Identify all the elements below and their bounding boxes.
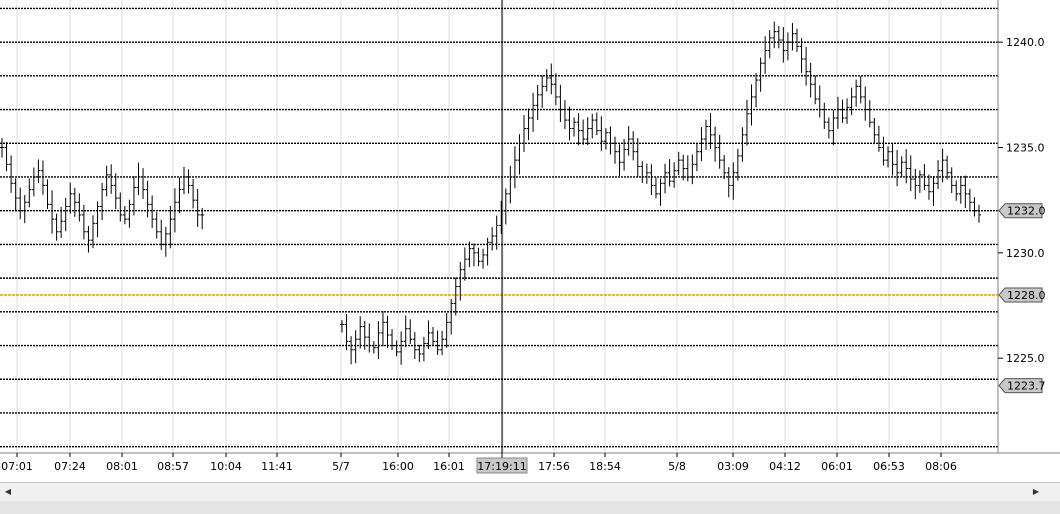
chart-area[interactable]: 1240.0 1235.0 1230.0 1225.0 1232.0 1228.0 1223…	[0, 0, 1060, 514]
x-tick-label: 06:01	[821, 460, 853, 473]
horizontal-scrollbar[interactable]: ◀ ▶	[0, 482, 1060, 502]
x-tick-label: 17:56	[538, 460, 570, 473]
y-tick-label: 1230.0	[1006, 247, 1045, 260]
scroll-right-arrow-icon[interactable]: ▶	[1028, 483, 1044, 501]
price-marker-label: 1232.0	[1007, 205, 1046, 218]
price-marker-badge: 1228.0	[998, 287, 1046, 303]
y-tick-label: 1225.0	[1006, 352, 1045, 365]
x-tick-label: 08:01	[106, 460, 138, 473]
price-marker-badge: 1232.0	[998, 203, 1046, 219]
x-tick-label: 08:57	[157, 460, 189, 473]
y-tick-label: 1240.0	[1006, 36, 1045, 49]
price-marker-label: 1223.7	[1007, 380, 1046, 393]
price-marker-label: 1228.0	[1007, 289, 1046, 302]
x-tick-label: 5/8	[668, 460, 686, 473]
x-tick-label: 07:01	[1, 460, 33, 473]
x-tick-label: 08:06	[925, 460, 957, 473]
x-tick-label: 03:09	[717, 460, 749, 473]
scroll-left-arrow-icon[interactable]: ◀	[0, 483, 16, 501]
x-tick-label: 07:24	[54, 460, 86, 473]
x-tick-label: 11:41	[261, 460, 293, 473]
y-tick-label: 1235.0	[1006, 141, 1045, 154]
x-tick-label: 10:04	[210, 460, 242, 473]
status-strip	[0, 501, 1060, 514]
x-tick-label: 16:01	[433, 460, 465, 473]
crosshair-time-label: 17:19:11	[477, 460, 526, 473]
x-tick-label: 5/7	[332, 460, 350, 473]
x-tick-label: 04:12	[769, 460, 801, 473]
price-marker-badge: 1223.7	[998, 378, 1046, 394]
plot-background	[0, 0, 998, 453]
x-tick-label: 16:00	[382, 460, 414, 473]
price-chart[interactable]: 1240.0 1235.0 1230.0 1225.0 1232.0 1228.0 1223…	[0, 0, 1060, 514]
x-tick-label: 18:54	[589, 460, 621, 473]
x-tick-label: 06:53	[873, 460, 905, 473]
